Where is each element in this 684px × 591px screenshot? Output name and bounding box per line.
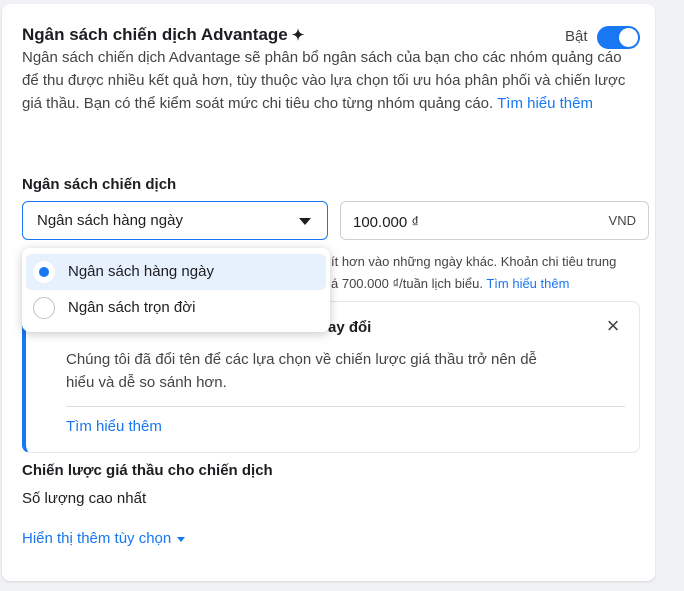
budget-type-select[interactable]: Ngân sách hàng ngày [22, 201, 328, 240]
budget-amount-field[interactable]: VND [340, 201, 649, 240]
show-more-label: Hiển thị thêm tùy chọn [22, 530, 172, 547]
learn-more-link[interactable]: Tìm hiểu thêm [497, 95, 593, 112]
toggle-knob [619, 28, 638, 47]
help-line-2-text: á 700.000 ₫/tuần lịch biểu. [331, 276, 483, 291]
radio-empty-icon [33, 297, 55, 319]
dropdown-option-lifetime[interactable]: Ngân sách trọn đời [26, 290, 326, 326]
budget-label: Ngân sách chiến dịch [22, 176, 177, 193]
budget-type-dropdown: Ngân sách hàng ngày Ngân sách trọn đời [22, 248, 330, 332]
close-icon[interactable]: × [603, 315, 623, 337]
help-learn-more-link[interactable]: Tìm hiểu thêm [486, 276, 569, 291]
campaign-budget-card: Ngân sách chiến dịch Advantage ✦ Bật Ngân… [2, 4, 655, 581]
bid-strategy-value: Số lượng cao nhất [22, 490, 147, 507]
budget-type-value: Ngân sách hàng ngày [37, 212, 183, 229]
divider [66, 406, 625, 407]
budget-amount-input[interactable] [351, 210, 575, 234]
currency-label: VND [608, 213, 636, 228]
sparkle-icon: ✦ [291, 27, 305, 44]
show-more-options-link[interactable]: Hiển thị thêm tùy chọn [22, 530, 186, 547]
info-body: Chúng tôi đã đổi tên để các lựa chọn về … [66, 351, 537, 391]
dropdown-option-daily[interactable]: Ngân sách hàng ngày [26, 254, 326, 290]
option-label: Ngân sách hàng ngày [68, 263, 214, 280]
caret-down-icon [177, 536, 186, 542]
caret-down-icon [299, 218, 311, 225]
radio-selected-icon [33, 261, 55, 283]
bid-strategy-label: Chiến lược giá thầu cho chiến dịch [22, 462, 273, 479]
option-label: Ngân sách trọn đời [68, 299, 196, 316]
info-learn-more-link[interactable]: Tìm hiểu thêm [66, 418, 162, 435]
description: Ngân sách chiến dịch Advantage sẽ phân b… [22, 46, 632, 115]
campaign-budget-title: Ngân sách chiến dịch Advantage ✦ [22, 25, 304, 45]
title-text: Ngân sách chiến dịch Advantage [22, 25, 288, 44]
toggle-label: Bật [565, 28, 588, 45]
